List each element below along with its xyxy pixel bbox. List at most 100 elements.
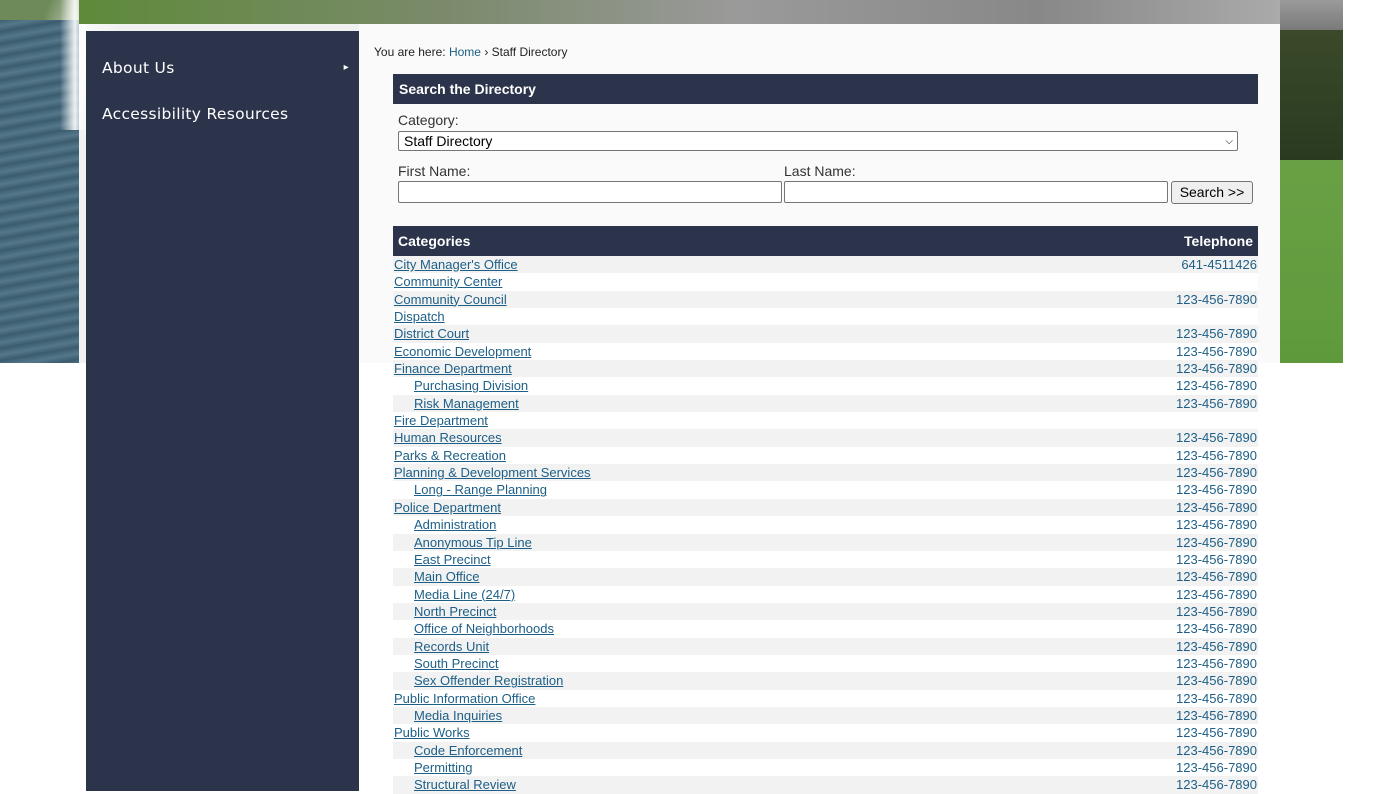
table-row: Parks & Recreation 123-456-7890: [393, 446, 1258, 465]
category-link[interactable]: City Manager's Office: [394, 256, 518, 273]
sidebar-nav: About Us ▸ Accessibility Resources: [86, 31, 359, 791]
lawn-image: [1280, 0, 1343, 363]
table-row: North Precinct 123-456-7890: [393, 602, 1258, 621]
table-row: Human Resources 123-456-7890: [393, 429, 1258, 447]
category-link[interactable]: Human Resources: [394, 429, 502, 446]
table-row: Finance Department 123-456-7890: [393, 360, 1258, 378]
telephone-number: 123-456-7890: [1176, 378, 1257, 394]
table-row: Records Unit 123-456-7890: [393, 637, 1258, 655]
first-name-input[interactable]: [398, 181, 782, 203]
category-link[interactable]: East Precinct: [414, 551, 491, 568]
telephone-number: 123-456-7890: [1176, 291, 1257, 307]
table-row: Economic Development 123-456-7890: [393, 342, 1258, 361]
category-link[interactable]: Economic Development: [394, 343, 531, 360]
sidebar-item-about-us[interactable]: About Us ▸: [102, 59, 349, 85]
telephone-number: 123-456-7890: [1176, 673, 1257, 689]
table-row: Media Inquiries 123-456-7890: [393, 706, 1258, 725]
table-row: South Precinct 123-456-7890: [393, 654, 1258, 673]
telephone-number: 123-456-7890: [1176, 482, 1257, 498]
telephone-number: 123-456-7890: [1176, 447, 1257, 463]
category-link[interactable]: Parks & Recreation: [394, 447, 506, 464]
sidebar-item-label: About Us: [102, 59, 175, 77]
category-link[interactable]: South Precinct: [414, 655, 499, 672]
table-row: Planning & Development Services 123-456-7…: [393, 464, 1258, 482]
category-link[interactable]: Public Information Office: [394, 690, 535, 707]
category-link[interactable]: Police Department: [394, 499, 501, 516]
telephone-number: 123-456-7890: [1176, 603, 1257, 619]
sidebar-frame-left: [79, 24, 86, 363]
category-link[interactable]: District Court: [394, 325, 469, 342]
table-row: Structural Review 123-456-7890: [393, 776, 1258, 794]
table-row: Community Council 123-456-7890: [393, 290, 1258, 309]
search-button[interactable]: Search >>: [1171, 181, 1253, 204]
telephone-number: 123-456-7890: [1176, 621, 1257, 637]
table-row: East Precinct 123-456-7890: [393, 550, 1258, 569]
table-row: Office of Neighborhoods 123-456-7890: [393, 620, 1258, 638]
table-row: Police Department 123-456-7890: [393, 498, 1258, 517]
telephone-number: 123-456-7890: [1176, 638, 1257, 654]
directory-table: Categories Telephone City Manager's Offi…: [393, 226, 1258, 794]
telephone-number: 123-456-7890: [1176, 690, 1257, 706]
table-row: Anonymous Tip Line 123-456-7890: [393, 533, 1258, 551]
category-link[interactable]: Sex Offender Registration: [414, 672, 563, 689]
category-link[interactable]: Long - Range Planning: [414, 481, 547, 498]
table-row: Code Enforcement 123-456-7890: [393, 741, 1258, 759]
category-link[interactable]: Main Office: [414, 568, 480, 585]
breadcrumb-prefix: You are here:: [374, 45, 446, 59]
category-link[interactable]: Anonymous Tip Line: [414, 534, 532, 551]
category-select-value: Staff Directory: [404, 133, 493, 149]
category-link[interactable]: North Precinct: [414, 603, 496, 620]
table-body: City Manager's Office 641-4511426 Communit…: [393, 256, 1258, 794]
sidebar-frame-top: [79, 24, 359, 31]
category-link[interactable]: Planning & Development Services: [394, 464, 591, 481]
category-link[interactable]: Public Works: [394, 724, 470, 741]
category-link[interactable]: Media Line (24/7): [414, 586, 515, 603]
telephone-number: 123-456-7890: [1176, 655, 1257, 671]
category-link[interactable]: Records Unit: [414, 638, 489, 655]
table-row: District Court 123-456-7890: [393, 325, 1258, 343]
category-link[interactable]: Code Enforcement: [414, 742, 522, 759]
category-label: Category:: [398, 112, 459, 128]
telephone-number: 123-456-7890: [1176, 534, 1257, 550]
telephone-number: 123-456-7890: [1176, 326, 1257, 342]
category-link[interactable]: Fire Department: [394, 412, 488, 429]
table-row: Public Information Office 123-456-7890: [393, 689, 1258, 707]
telephone-number: 123-456-7890: [1176, 499, 1257, 515]
telephone-number: 123-456-7890: [1176, 707, 1257, 723]
telephone-number: 123-456-7890: [1176, 569, 1257, 585]
telephone-number: 123-456-7890: [1176, 395, 1257, 411]
table-row: Public Works 123-456-7890: [393, 724, 1258, 742]
breadcrumb-separator: ›: [484, 45, 489, 59]
table-row: Sex Offender Registration 123-456-7890: [393, 672, 1258, 690]
category-link[interactable]: Office of Neighborhoods: [414, 620, 554, 637]
category-link[interactable]: Dispatch: [394, 308, 445, 325]
category-link[interactable]: Risk Management: [414, 395, 519, 412]
table-row: Community Center: [393, 273, 1258, 291]
last-name-input[interactable]: [784, 181, 1168, 203]
table-row: Long - Range Planning 123-456-7890: [393, 481, 1258, 499]
category-link[interactable]: Community Center: [394, 273, 502, 290]
category-link[interactable]: Permitting: [414, 759, 473, 776]
table-row: City Manager's Office 641-4511426: [393, 256, 1258, 274]
table-row: Main Office 123-456-7890: [393, 568, 1258, 586]
category-link[interactable]: Purchasing Division: [414, 377, 528, 394]
breadcrumb-current: Staff Directory: [491, 45, 568, 59]
telephone-number: 123-456-7890: [1176, 725, 1257, 741]
telephone-number: 123-456-7890: [1176, 430, 1257, 446]
column-header-telephone: Telephone: [1184, 233, 1253, 249]
category-link[interactable]: Administration: [414, 516, 496, 533]
category-link[interactable]: Finance Department: [394, 360, 512, 377]
first-name-label: First Name:: [398, 163, 471, 179]
telephone-number: 123-456-7890: [1176, 586, 1257, 602]
table-row: Media Line (24/7) 123-456-7890: [393, 585, 1258, 603]
breadcrumb-home-link[interactable]: Home: [449, 45, 481, 59]
category-link[interactable]: Media Inquiries: [414, 707, 502, 724]
telephone-number: 123-456-7890: [1176, 465, 1257, 481]
category-link[interactable]: Community Council: [394, 291, 507, 308]
sidebar-item-label: Accessibility Resources: [102, 105, 289, 123]
search-box-title: Search the Directory: [393, 74, 1258, 104]
telephone-number: 123-456-7890: [1176, 343, 1257, 359]
sidebar-item-accessibility-resources[interactable]: Accessibility Resources: [102, 105, 349, 131]
category-select[interactable]: Staff Directory ⌵: [398, 131, 1238, 151]
chevron-down-icon: ⌵: [1225, 136, 1233, 147]
